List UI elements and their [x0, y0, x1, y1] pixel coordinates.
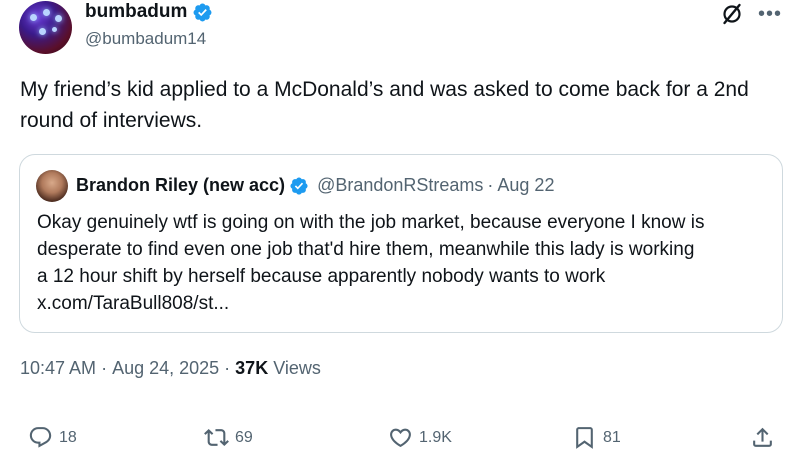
share-button[interactable]: [750, 425, 775, 450]
tweet-meta: 10:47 AM · Aug 24, 2025 · 37K Views: [20, 358, 321, 379]
bookmark-icon: [576, 427, 593, 449]
verified-badge-icon: [193, 3, 212, 21]
quoted-text-line: a 12 hour shift by herself because appar…: [37, 266, 606, 287]
quoted-link[interactable]: x.com/TaraBull808/st...: [37, 290, 777, 317]
reply-icon: [29, 427, 52, 448]
meta-separator: ·: [224, 358, 231, 378]
reply-count: 18: [59, 428, 77, 446]
like-button[interactable]: 1.9K: [388, 425, 452, 450]
repost-icon: [204, 429, 229, 446]
views-count[interactable]: 37K: [235, 358, 268, 379]
quoted-author-avatar: [36, 170, 68, 202]
more-icon[interactable]: •••: [758, 4, 782, 24]
author-handle[interactable]: @bumbadum14: [85, 29, 206, 49]
meta-separator: ·: [101, 358, 108, 378]
bookmark-button[interactable]: 81: [572, 425, 621, 450]
views-label: Views: [273, 358, 321, 378]
tweet-date[interactable]: Aug 24, 2025: [112, 358, 219, 379]
quoted-separator: ·: [487, 175, 494, 195]
grok-icon[interactable]: [720, 2, 744, 26]
quoted-tweet-header: Brandon Riley (new acc) @BrandonRStreams…: [76, 175, 554, 196]
quoted-text-line: desperate to find even one job that'd hi…: [37, 239, 695, 260]
quoted-text-line: Okay genuinely wtf is going on with the …: [37, 212, 705, 233]
quoted-tweet-text: Okay genuinely wtf is going on with the …: [37, 209, 777, 317]
tweet-action-bar: 18 69 1.9K 81: [0, 425, 802, 455]
author-avatar[interactable]: [19, 1, 72, 54]
author-name-row: bumbadum: [85, 1, 213, 23]
tweet-text: My friend’s kid applied to a McDonald’s …: [20, 78, 749, 132]
bookmark-count: 81: [603, 428, 621, 446]
quoted-author-handle: @BrandonRStreams: [317, 175, 484, 195]
quoted-author-name: Brandon Riley (new acc): [76, 175, 286, 195]
quoted-date: Aug 22: [497, 175, 555, 195]
tweet-top-actions: •••: [720, 2, 782, 26]
share-icon: [753, 427, 772, 447]
heart-icon: [390, 428, 411, 448]
verified-badge-icon: [290, 176, 308, 195]
tweet-time[interactable]: 10:47 AM: [20, 358, 96, 379]
repost-button[interactable]: 69: [204, 425, 253, 450]
like-count: 1.9K: [419, 428, 452, 446]
repost-count: 69: [235, 428, 253, 446]
author-display-name[interactable]: bumbadum: [85, 1, 187, 23]
quoted-tweet-card[interactable]: Brandon Riley (new acc) @BrandonRStreams…: [19, 154, 783, 333]
reply-button[interactable]: 18: [28, 425, 77, 450]
